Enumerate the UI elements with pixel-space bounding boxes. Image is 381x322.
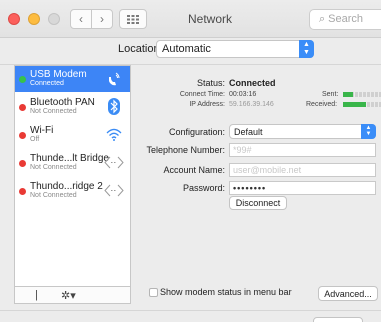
thunderbolt-arrows-icon: [104, 156, 124, 169]
sent-label: Sent:: [322, 91, 339, 98]
ip-address-label: IP Address:: [189, 101, 225, 108]
divider: [0, 310, 381, 311]
sent-meter: [343, 92, 381, 97]
disconnect-button[interactable]: Disconnect: [229, 196, 287, 210]
service-list-toolbar: | ✲▾: [14, 287, 131, 304]
forward-button[interactable]: ›: [91, 9, 113, 29]
received-meter: [343, 102, 381, 107]
zoom-window-button[interactable]: [48, 13, 60, 25]
show-modem-status-label: Show modem status in menu bar: [160, 287, 292, 297]
telephone-number-label: Telephone Number:: [146, 145, 225, 155]
telephone-number-field[interactable]: *99#: [229, 143, 376, 157]
phone-signal-icon: [109, 72, 120, 86]
location-select[interactable]: Automatic ▲ ▼: [156, 40, 314, 58]
remove-service-button[interactable]: |: [35, 289, 38, 301]
status-label: Status:: [196, 78, 225, 88]
search-placeholder: Search: [328, 13, 364, 25]
password-field[interactable]: ••••••••: [229, 181, 376, 195]
chevron-updown-icon: ▲ ▼: [361, 124, 376, 139]
show-all-button[interactable]: [119, 9, 147, 29]
advanced-button[interactable]: Advanced...: [318, 286, 378, 301]
chevron-left-icon: ‹: [79, 12, 83, 26]
service-item-bluetooth-pan[interactable]: Bluetooth PAN Not Connected: [15, 94, 130, 120]
sent-meter-fill: [343, 92, 353, 97]
bluetooth-icon: [108, 98, 120, 115]
received-meter-fill: [343, 102, 366, 107]
grid-icon: [127, 14, 139, 24]
password-label: Password:: [182, 183, 225, 193]
search-icon: ⌕: [319, 13, 326, 25]
status-dot: [19, 188, 26, 195]
revert-button[interactable]: [313, 317, 363, 322]
connect-time-value: 00:03:16: [229, 91, 257, 98]
show-modem-status-checkbox[interactable]: [149, 288, 158, 297]
status-dot: [19, 104, 26, 111]
minimize-window-button[interactable]: [28, 13, 40, 25]
received-label: Received:: [306, 101, 338, 108]
service-item-usb-modem[interactable]: USB Modem Connected: [15, 66, 130, 92]
configuration-label: Configuration:: [168, 127, 225, 137]
close-window-button[interactable]: [8, 13, 20, 25]
wifi-icon: [106, 128, 122, 141]
location-value: Automatic: [162, 43, 211, 55]
status-value: Connected: [229, 78, 276, 88]
service-item-wifi[interactable]: Wi-Fi Off: [15, 122, 130, 148]
thunderbolt-arrows-icon: [104, 184, 124, 197]
gear-menu-button[interactable]: ✲▾: [61, 289, 76, 302]
service-item-thunderbolt-bridge[interactable]: Thunde...lt Bridge Not Connected: [15, 150, 130, 176]
chevron-right-icon: ›: [100, 12, 104, 26]
window-title: Network: [187, 12, 232, 26]
connect-time-label: Connect Time:: [179, 91, 225, 98]
account-name-field[interactable]: user@mobile.net: [229, 163, 376, 177]
configuration-select[interactable]: Default ▲ ▼: [229, 124, 376, 139]
status-dot: [19, 132, 26, 139]
chevron-updown-icon: ▲ ▼: [299, 40, 314, 58]
network-preferences-window: ‹ › Network ⌕ Search Location: Automatic …: [0, 0, 381, 322]
service-item-thunderbolt-bridge-2[interactable]: Thundo...ridge 2 Not Connected: [15, 178, 130, 204]
account-name-label: Account Name:: [163, 165, 225, 175]
back-button[interactable]: ‹: [70, 9, 92, 29]
configuration-value: Default: [234, 127, 263, 137]
service-list: USB Modem Connected Bluetooth PAN Not Co…: [14, 65, 131, 287]
search-field[interactable]: ⌕ Search: [309, 9, 381, 30]
status-dot: [19, 76, 26, 83]
status-dot: [19, 160, 26, 167]
ip-address-value: 59.166.39.146: [229, 101, 274, 108]
title-bar: ‹ › Network ⌕ Search: [0, 0, 381, 38]
